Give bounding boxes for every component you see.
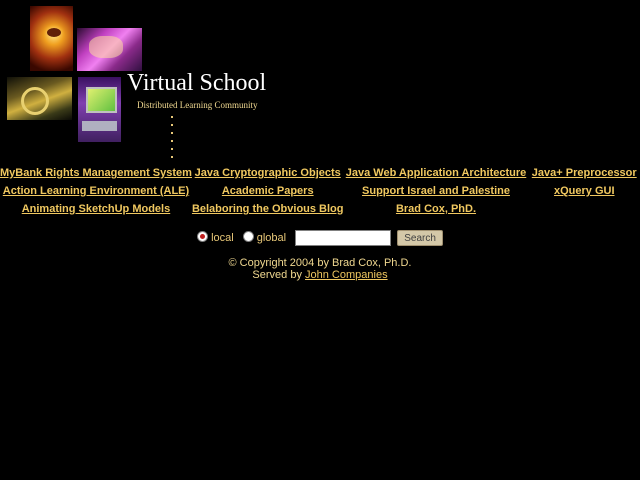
link-row: Action Learning Environment (ALE) Academ… (0, 182, 640, 200)
search-input[interactable] (295, 230, 392, 246)
logo-coins-image (7, 77, 72, 120)
link-academic-papers[interactable]: Academic Papers (222, 185, 314, 197)
link-xquery-gui[interactable]: xQuery GUI (554, 185, 615, 197)
link-brad-cox-phd[interactable]: Brad Cox, PhD. (396, 203, 476, 215)
link-belaboring-obvious-blog[interactable]: Belaboring the Obvious Blog (192, 203, 344, 215)
page: Virtual School Distributed Learning Comm… (0, 0, 640, 480)
link-animating-sketchup-models[interactable]: Animating SketchUp Models (22, 203, 171, 215)
decorative-dots (171, 116, 174, 164)
site-title: Virtual School (127, 70, 267, 96)
site-subtitle: Distributed Learning Community (137, 100, 258, 110)
logo-hands-image (77, 28, 142, 71)
logo-computer-image (78, 77, 121, 142)
link-row: Animating SketchUp Models Belaboring the… (0, 200, 640, 218)
copyright-text: © Copyright 2004 by Brad Cox, Ph.D. (228, 257, 412, 269)
link-row: MyBank Rights Management System Java Cry… (0, 164, 640, 182)
link-java-plus-preprocessor[interactable]: Java+ Preprocessor (532, 167, 637, 179)
local-radio[interactable] (197, 230, 209, 242)
link-mybank[interactable]: MyBank Rights Management System (0, 167, 192, 179)
served-by-line: Served by John Companies (0, 269, 640, 281)
footer: © Copyright 2004 by Brad Cox, Ph.D. Serv… (0, 257, 640, 281)
local-label: local (211, 231, 234, 244)
global-radio[interactable] (242, 230, 254, 242)
logo-eye-image (30, 6, 73, 71)
link-java-cryptographic-objects[interactable]: Java Cryptographic Objects (195, 167, 341, 179)
global-label: global (256, 231, 287, 244)
link-grid: MyBank Rights Management System Java Cry… (0, 164, 640, 218)
link-action-learning-environment[interactable]: Action Learning Environment (ALE) (3, 185, 189, 197)
link-java-web-application-architecture[interactable]: Java Web Application Architecture (346, 167, 527, 179)
search-button[interactable]: Search (397, 230, 443, 246)
search-form: local global Search (0, 230, 640, 246)
link-support-israel-palestine[interactable]: Support Israel and Palestine (362, 185, 510, 197)
served-by-text: Served by (252, 269, 306, 281)
john-companies-link[interactable]: John Companies (305, 269, 388, 281)
